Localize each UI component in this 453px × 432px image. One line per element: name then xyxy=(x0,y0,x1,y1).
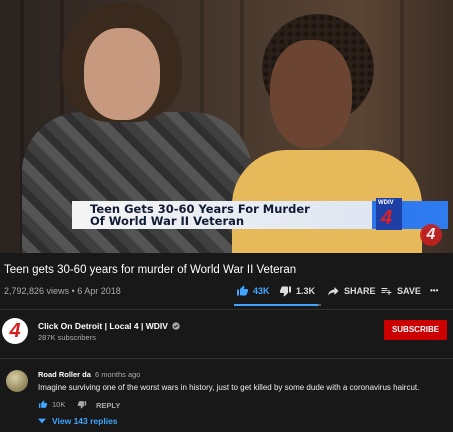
station-call-letters: WDIV xyxy=(378,200,394,206)
comment-header: Road Roller da 6 months ago xyxy=(38,370,140,379)
commenter-avatar[interactable] xyxy=(6,370,28,392)
comment-text: Imagine surviving one of the worst wars … xyxy=(38,383,420,392)
channel-name-row[interactable]: Click On Detroit | Local 4 | WDIV xyxy=(38,321,180,331)
divider xyxy=(0,309,453,310)
like-ratio-bar xyxy=(234,304,318,306)
news-headline: Teen Gets 30-60 Years For Murder Of Worl… xyxy=(90,202,310,228)
channel-bug: 4 xyxy=(420,224,442,246)
channel-logo-text: 4 xyxy=(9,320,21,342)
woman-face xyxy=(84,28,160,120)
save-label: SAVE xyxy=(397,286,421,296)
thumbs-down-icon[interactable] xyxy=(77,400,87,409)
comment-like-button[interactable]: 10K xyxy=(38,400,87,409)
like-count: 43K xyxy=(253,286,270,296)
more-actions-button[interactable]: ••• xyxy=(430,286,438,295)
check-circle-icon xyxy=(172,322,180,330)
thumbs-up-icon xyxy=(38,400,48,408)
share-label: SHARE xyxy=(344,286,376,296)
channel-avatar[interactable]: 4 xyxy=(2,318,28,344)
more-icon: ••• xyxy=(430,286,439,295)
subscribe-button[interactable]: SUBSCRIBE xyxy=(384,320,447,340)
teen-face xyxy=(270,40,352,148)
reply-button[interactable]: REPLY xyxy=(96,401,120,410)
comment-author[interactable]: Road Roller da xyxy=(38,370,91,379)
comment-like-count: 10K xyxy=(52,400,66,409)
view-replies-button[interactable]: View 143 replies xyxy=(38,416,118,426)
video-meta: 2,792,826 views • 6 Apr 2018 xyxy=(4,286,121,296)
share-icon xyxy=(328,287,339,296)
subscriber-count: 287K subscribers xyxy=(38,333,96,342)
video-title: Teen gets 30-60 years for murder of Worl… xyxy=(4,264,297,276)
station-number: 4 xyxy=(381,207,393,229)
like-button[interactable]: 43K xyxy=(236,285,270,297)
thumbs-down-icon xyxy=(280,286,291,297)
view-replies-label: View 143 replies xyxy=(52,416,118,426)
playlist-add-icon xyxy=(381,288,392,295)
divider xyxy=(0,358,453,359)
share-button[interactable]: SHARE xyxy=(327,285,376,297)
chevron-down-icon xyxy=(38,418,46,424)
dislike-button[interactable]: 1.3K xyxy=(279,285,315,297)
woman-figure xyxy=(22,112,252,253)
save-button[interactable]: SAVE xyxy=(380,285,421,297)
comment-time[interactable]: 6 months ago xyxy=(95,370,140,379)
channel-name: Click On Detroit | Local 4 | WDIV xyxy=(38,321,168,331)
dislike-ratio-bar xyxy=(318,304,321,306)
thumbs-up-icon xyxy=(237,285,248,296)
dislike-count: 1.3K xyxy=(296,286,316,296)
video-player[interactable]: Teen Gets 30-60 Years For Murder Of Worl… xyxy=(0,0,453,253)
